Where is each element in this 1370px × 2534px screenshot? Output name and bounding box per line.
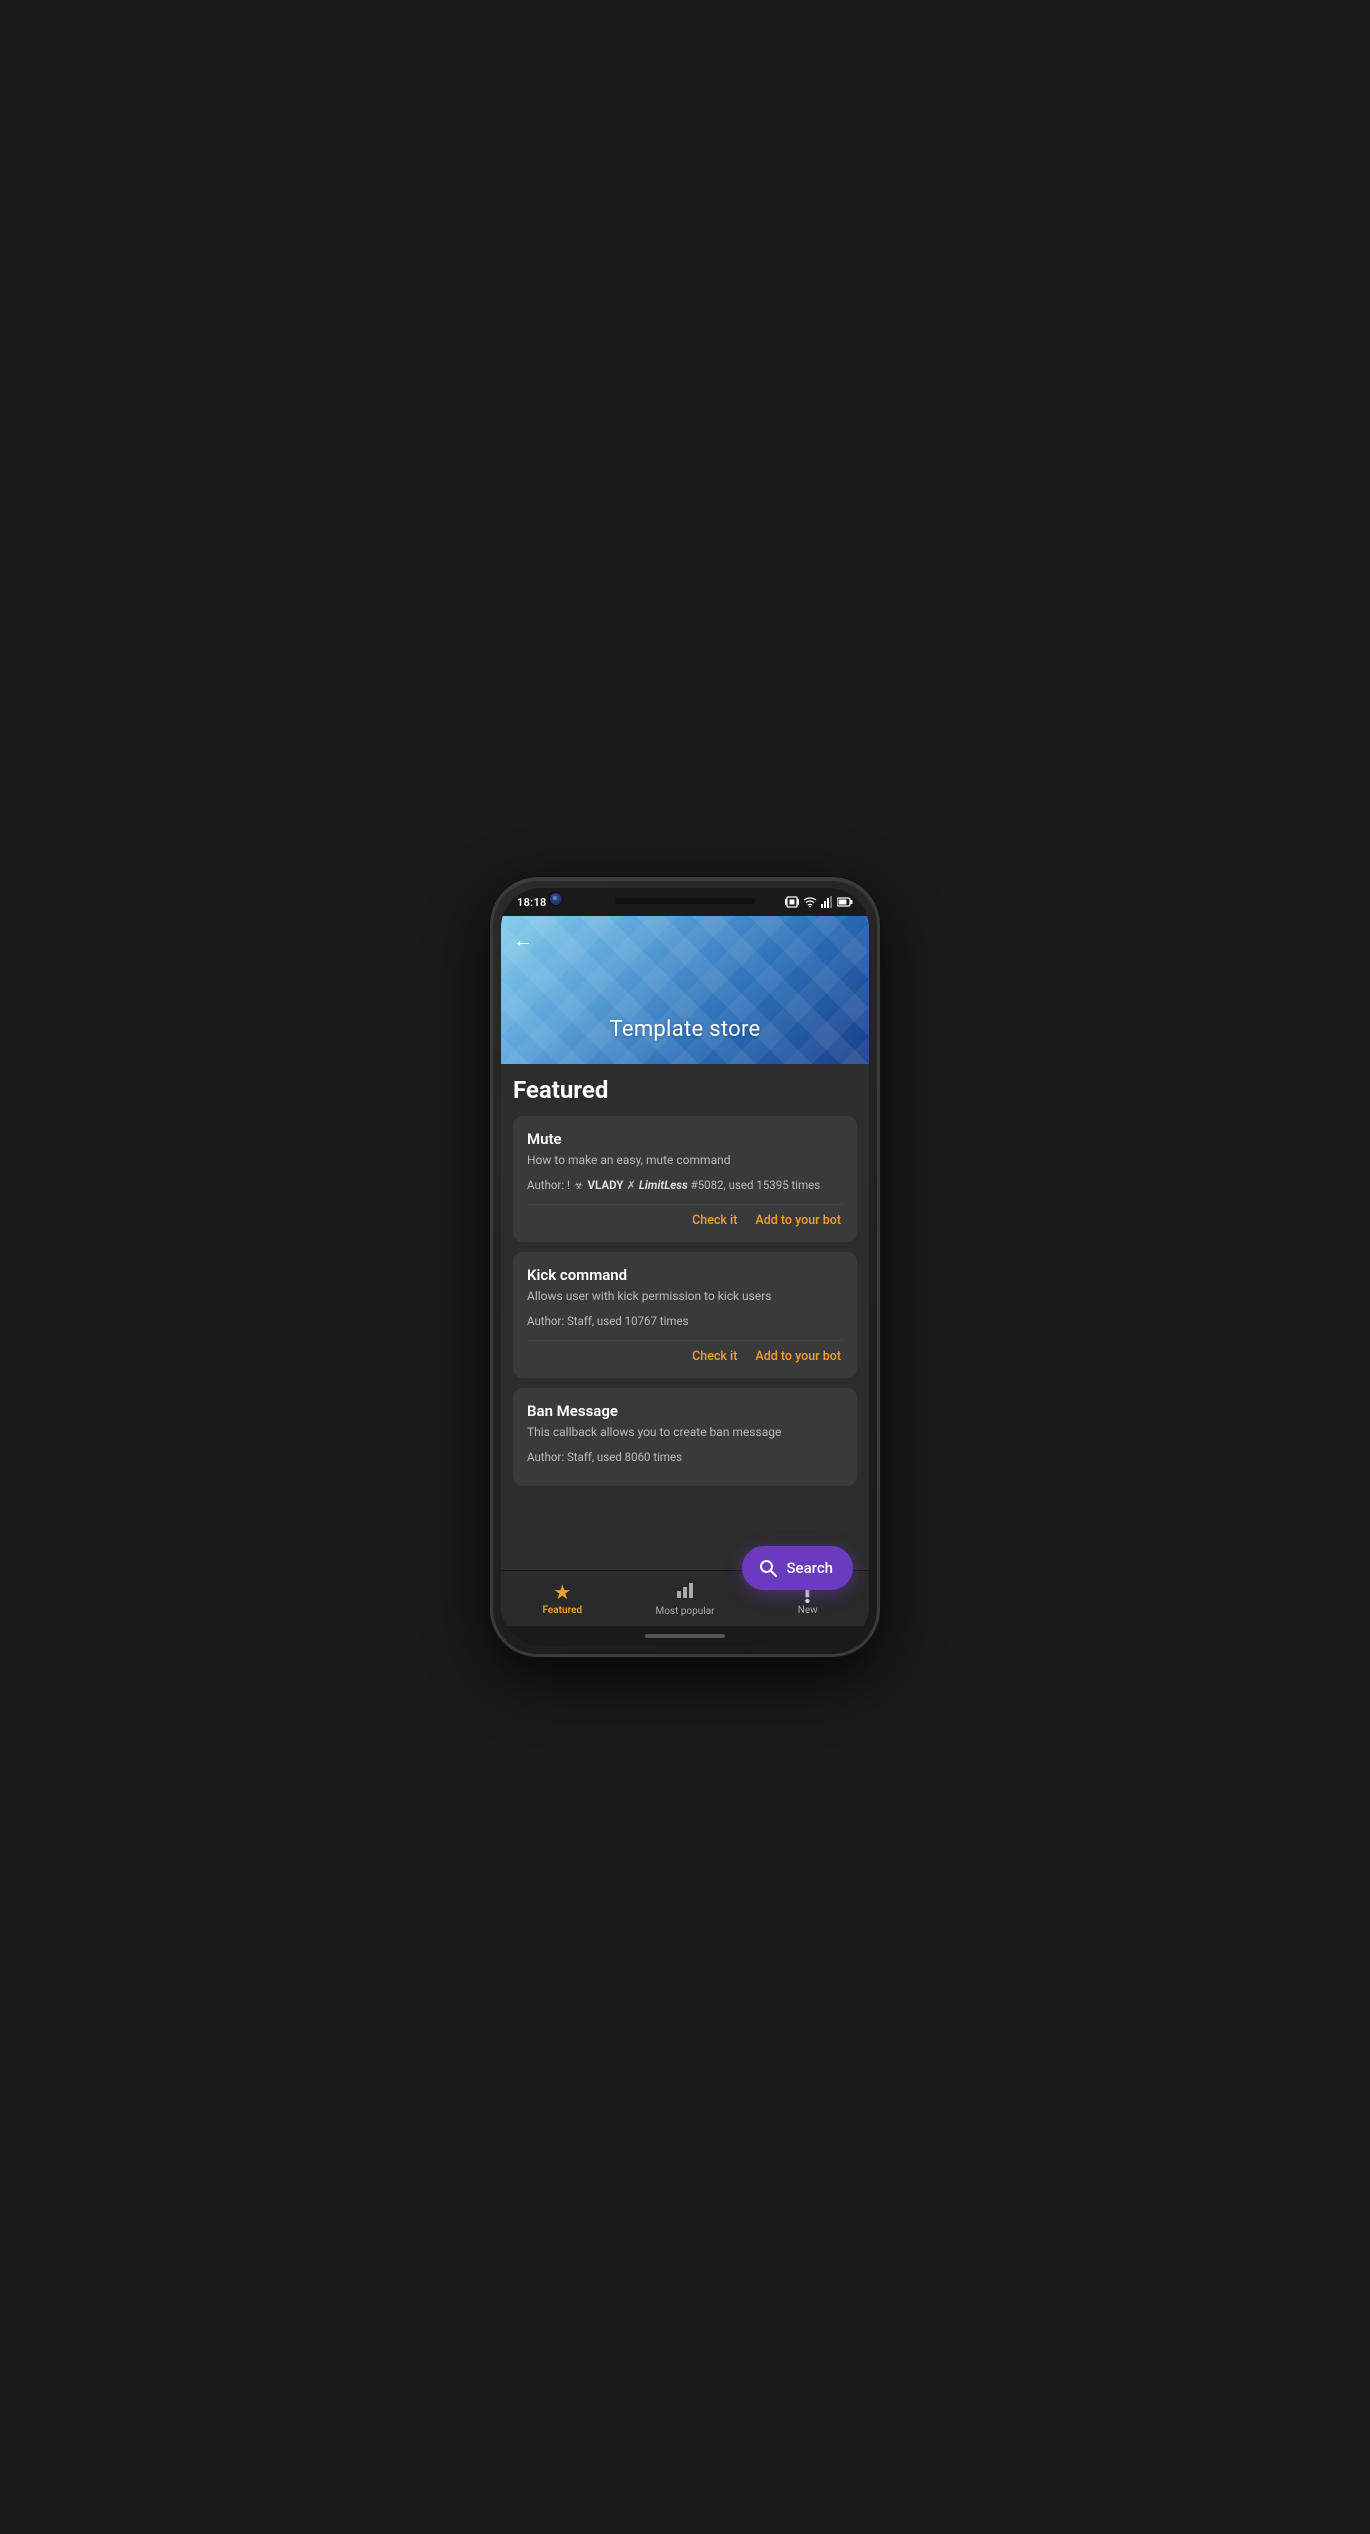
featured-icon: ★ — [553, 1582, 571, 1602]
status-icons — [785, 896, 853, 908]
card-actions-kick: Check it Add to your bot — [527, 1340, 843, 1368]
most-popular-icon — [676, 1581, 694, 1603]
add-to-bot-mute[interactable]: Add to your bot — [753, 1209, 843, 1232]
author-text-ban: Author: Staff, used 8060 times — [527, 1450, 682, 1464]
scroll-content[interactable]: Featured Mute How to make an easy, mute … — [501, 1064, 869, 1570]
card-title-ban: Ban Message — [527, 1402, 843, 1420]
author-limitless: LimitLess — [639, 1178, 688, 1192]
signal-icon — [821, 896, 833, 908]
template-card-kick: Kick command Allows user with kick permi… — [513, 1252, 857, 1378]
home-bar — [645, 1634, 725, 1638]
card-title-kick: Kick command — [527, 1266, 843, 1284]
card-actions-mute: Check it Add to your bot — [527, 1204, 843, 1232]
card-author-ban: Author: Staff, used 8060 times — [527, 1449, 843, 1466]
card-desc-mute: How to make an easy, mute command — [527, 1152, 843, 1169]
search-fab-label: Search — [786, 1559, 833, 1577]
hero-title: Template store — [501, 1017, 869, 1042]
card-desc-kick: Allows user with kick permission to kick… — [527, 1288, 843, 1305]
nav-item-featured[interactable]: ★ Featured — [501, 1576, 624, 1622]
vibrate-icon — [785, 896, 799, 908]
card-title-mute: Mute — [527, 1130, 843, 1148]
author-prefix-mute: Author: ! — [527, 1178, 573, 1192]
nav-label-most-popular: Most popular — [655, 1606, 714, 1617]
template-card-ban: Ban Message This callback allows you to … — [513, 1388, 857, 1486]
hero-banner: ← Template store — [501, 916, 869, 1064]
wifi-icon — [803, 896, 817, 908]
check-it-mute[interactable]: Check it — [690, 1209, 739, 1232]
card-author-mute: Author: ! ☣ VLADY ✗ LimitLess #5082, use… — [527, 1177, 843, 1195]
template-card-mute: Mute How to make an easy, mute command A… — [513, 1116, 857, 1242]
author-text-kick: Author: Staff, used 10767 times — [527, 1314, 688, 1328]
vol-up-button — [877, 1000, 880, 1040]
battery-icon — [837, 896, 853, 908]
add-to-bot-kick[interactable]: Add to your bot — [753, 1345, 843, 1368]
check-it-kick[interactable]: Check it — [690, 1345, 739, 1368]
search-icon — [758, 1558, 778, 1578]
bio-icon-mute: ☣ — [574, 1178, 584, 1195]
phone-frame: 18:18 — [490, 877, 880, 1657]
camera — [549, 892, 563, 906]
search-fab[interactable]: Search — [742, 1546, 853, 1590]
back-button[interactable]: ← — [513, 928, 533, 953]
status-time: 18:18 — [517, 896, 547, 909]
card-desc-ban: This callback allows you to create ban m… — [527, 1424, 843, 1441]
power-button — [490, 1020, 493, 1075]
app-content: ← Template store Featured Mute How to ma… — [501, 916, 869, 1626]
screen: 18:18 — [501, 888, 869, 1646]
nav-item-most-popular[interactable]: Most popular — [624, 1575, 747, 1623]
author-vlady: VLADY — [588, 1178, 627, 1192]
section-title-featured: Featured — [513, 1076, 857, 1104]
home-indicator — [501, 1626, 869, 1646]
vol-down-button — [877, 1050, 880, 1090]
nav-label-featured: Featured — [543, 1605, 583, 1616]
nav-label-new: New — [798, 1605, 818, 1616]
card-author-kick: Author: Staff, used 10767 times — [527, 1313, 843, 1330]
